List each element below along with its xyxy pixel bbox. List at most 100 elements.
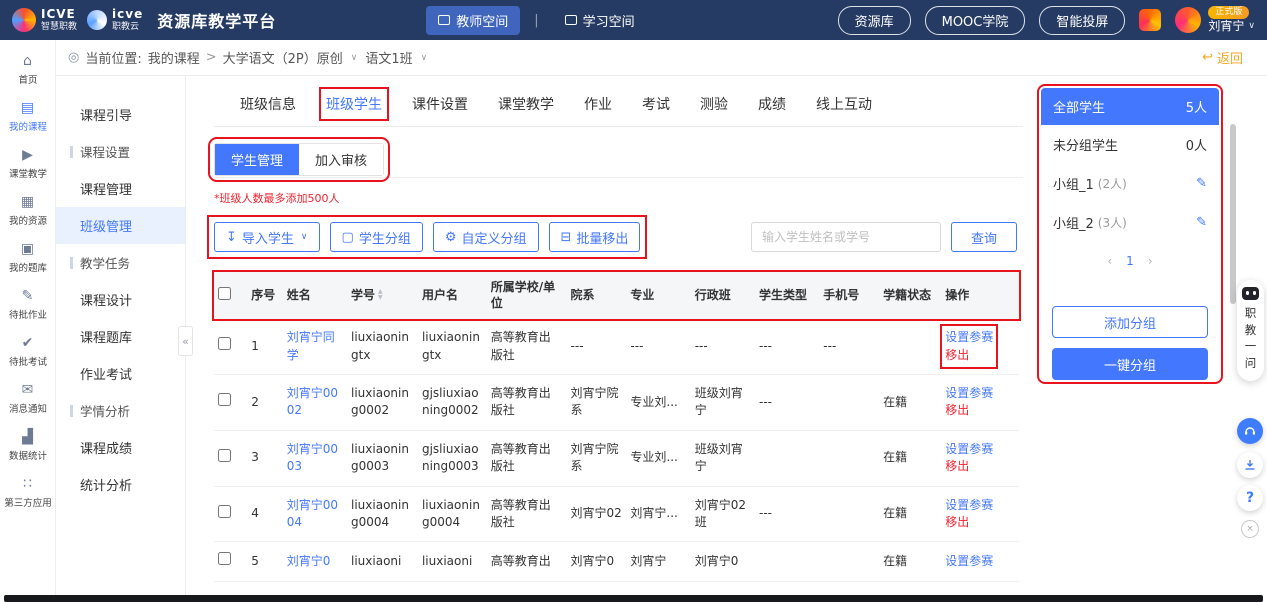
student-name-link[interactable]: 刘宵宁0 bbox=[287, 554, 331, 568]
select-all-checkbox[interactable] bbox=[218, 287, 231, 300]
edit-group-icon[interactable]: ✎ bbox=[1196, 215, 1207, 230]
class-dropdown-icon[interactable]: ∨ bbox=[421, 53, 428, 63]
teacher-space-button[interactable]: 教师空间 bbox=[426, 6, 520, 35]
tab-homework[interactable]: 作业 bbox=[584, 94, 612, 114]
student-name-link[interactable]: 刘宵宁0003 bbox=[287, 442, 338, 473]
cell-department: 刘宵宁院系 bbox=[567, 430, 627, 486]
tab-class-info[interactable]: 班级信息 bbox=[240, 94, 296, 114]
student-grouping-button[interactable]: ▢ 学生分组 bbox=[330, 222, 423, 252]
next-page-button[interactable]: › bbox=[1148, 254, 1153, 268]
subtab-join-review[interactable]: 加入审核 bbox=[299, 144, 383, 175]
support-float-button[interactable] bbox=[1237, 418, 1263, 444]
help-float-button[interactable]: ? bbox=[1237, 485, 1263, 511]
sidebar-item-my-resources[interactable]: ▦ 我的资源 bbox=[0, 187, 55, 234]
tab-class-students[interactable]: 班级学生 bbox=[326, 94, 382, 114]
sidebar-item-classroom-teaching[interactable]: ▶ 课堂教学 bbox=[0, 140, 55, 187]
group-name: 小组_1 bbox=[1053, 174, 1094, 193]
student-name-link[interactable]: 刘宵宁同学 bbox=[287, 330, 335, 361]
content-scrollbar[interactable] bbox=[1230, 124, 1236, 304]
learning-space-button[interactable]: 学习空间 bbox=[553, 6, 647, 35]
back-button[interactable]: ↩ 返回 bbox=[1202, 48, 1243, 67]
row-checkbox[interactable] bbox=[218, 337, 231, 350]
tab-online-interaction[interactable]: 线上互动 bbox=[816, 94, 872, 114]
sidebar-item-third-party-apps[interactable]: ∷ 第三方应用 bbox=[0, 469, 55, 516]
menu-item-course-question-bank[interactable]: 课程题库 bbox=[56, 318, 185, 355]
all-students-row[interactable]: 全部学生 5人 bbox=[1041, 88, 1219, 125]
menu-collapse-handle[interactable]: « bbox=[178, 326, 193, 356]
cell-school: 高等教育出版社 bbox=[487, 486, 567, 542]
auto-group-button[interactable]: 一键分组 bbox=[1052, 348, 1208, 380]
tab-exam[interactable]: 考试 bbox=[642, 94, 670, 114]
edit-group-icon[interactable]: ✎ bbox=[1196, 176, 1207, 191]
student-name-link[interactable]: 刘宵宁0002 bbox=[287, 386, 338, 417]
menu-item-course-design[interactable]: 课程设计 bbox=[56, 281, 185, 318]
row-checkbox[interactable] bbox=[218, 552, 231, 565]
add-group-button[interactable]: 添加分组 bbox=[1052, 306, 1208, 338]
cell-index: 1 bbox=[247, 319, 282, 374]
menu-item-homework-exam[interactable]: 作业考试 bbox=[56, 355, 185, 392]
cell-index: 5 bbox=[247, 542, 282, 581]
batch-remove-button[interactable]: ⊟ 批量移出 bbox=[549, 222, 641, 252]
set-contest-link[interactable]: 设置参赛 bbox=[945, 329, 993, 346]
remove-link[interactable]: 移出 bbox=[945, 458, 1015, 475]
tab-courseware-settings[interactable]: 课件设置 bbox=[412, 94, 468, 114]
remove-link[interactable]: 移出 bbox=[945, 402, 1015, 419]
tab-classroom-teaching[interactable]: 课堂教学 bbox=[498, 94, 554, 114]
current-page[interactable]: 1 bbox=[1126, 254, 1134, 268]
sidebar-item-my-courses[interactable]: ▤ 我的课程 bbox=[0, 93, 55, 140]
breadcrumb-course-name[interactable]: 大学语文（2P）原创 bbox=[223, 48, 343, 67]
menu-item-course-guide[interactable]: 课程引导 bbox=[56, 96, 185, 133]
subtab-student-management[interactable]: 学生管理 bbox=[215, 144, 299, 175]
remove-icon: ⊟ bbox=[561, 231, 572, 244]
menu-item-course-management[interactable]: 课程管理 bbox=[56, 170, 185, 207]
user-block[interactable]: 正式版 刘宵宁 ∨ bbox=[1175, 6, 1255, 34]
group-row-2[interactable]: 小组_2 (3人) ✎ bbox=[1041, 203, 1219, 242]
remove-link[interactable]: 移出 bbox=[945, 514, 1015, 531]
query-button[interactable]: 查询 bbox=[951, 222, 1017, 252]
set-contest-link[interactable]: 设置参赛 bbox=[945, 385, 1015, 402]
menu-item-course-grades[interactable]: 课程成绩 bbox=[56, 429, 185, 466]
sidebar-item-pending-homework[interactable]: ✎ 待批作业 bbox=[0, 281, 55, 328]
mooc-college-button[interactable]: MOOC学院 bbox=[925, 6, 1026, 35]
app-mini-logo-icon[interactable] bbox=[1139, 9, 1161, 31]
col-student-id[interactable]: 学号▲▼ bbox=[347, 272, 418, 319]
row-checkbox[interactable] bbox=[218, 449, 231, 462]
question-icon: ? bbox=[1246, 490, 1254, 506]
col-status: 学籍状态 bbox=[879, 272, 941, 319]
col-school: 所属学校/单位 bbox=[487, 272, 567, 319]
assistant-widget[interactable]: 职教一问 bbox=[1237, 280, 1264, 381]
row-checkbox[interactable] bbox=[218, 505, 231, 518]
smart-cast-button[interactable]: 智能投屏 bbox=[1039, 6, 1125, 35]
sidebar-item-notifications[interactable]: ✉ 消息通知 bbox=[0, 375, 55, 422]
student-name-link[interactable]: 刘宵宁0004 bbox=[287, 498, 338, 529]
import-students-button[interactable]: ↧ 导入学生 ∨ bbox=[214, 222, 320, 252]
zhijiaoyun-logo-icon bbox=[87, 10, 107, 30]
resource-library-button[interactable]: 资源库 bbox=[838, 6, 911, 35]
tab-grades[interactable]: 成绩 bbox=[758, 94, 786, 114]
menu-item-statistical-analysis[interactable]: 统计分析 bbox=[56, 466, 185, 503]
sidebar-item-my-question-bank[interactable]: ▣ 我的题库 bbox=[0, 234, 55, 281]
group-row-1[interactable]: 小组_1 (2人) ✎ bbox=[1041, 164, 1219, 203]
download-float-button[interactable] bbox=[1237, 452, 1263, 478]
breadcrumb-class-name[interactable]: 语文1班 bbox=[365, 48, 412, 67]
student-search-input[interactable] bbox=[751, 222, 941, 252]
ungrouped-students-row[interactable]: 未分组学生 0人 bbox=[1041, 125, 1219, 164]
prev-page-button[interactable]: ‹ bbox=[1107, 254, 1112, 268]
sidebar-item-statistics[interactable]: ▟ 数据统计 bbox=[0, 422, 55, 469]
menu-item-class-management[interactable]: 班级管理 bbox=[56, 207, 185, 244]
sort-icons[interactable]: ▲▼ bbox=[378, 289, 383, 302]
tab-quiz[interactable]: 测验 bbox=[700, 94, 728, 114]
remove-link[interactable]: 移出 bbox=[945, 347, 993, 364]
breadcrumb-my-courses[interactable]: 我的课程 bbox=[148, 48, 200, 67]
avatar[interactable] bbox=[1175, 7, 1201, 33]
set-contest-link[interactable]: 设置参赛 bbox=[945, 441, 1015, 458]
custom-grouping-button[interactable]: ⚙ 自定义分组 bbox=[433, 222, 539, 252]
left-icon-rail: ⌂ 首页 ▤ 我的课程 ▶ 课堂教学 ▦ 我的资源 ▣ 我的题库 ✎ 待批作业 bbox=[0, 40, 56, 602]
sidebar-item-pending-exams[interactable]: ✔ 待批考试 bbox=[0, 328, 55, 375]
row-checkbox[interactable] bbox=[218, 393, 231, 406]
set-contest-link[interactable]: 设置参赛 bbox=[945, 553, 1015, 570]
sidebar-item-home[interactable]: ⌂ 首页 bbox=[0, 46, 55, 93]
set-contest-link[interactable]: 设置参赛 bbox=[945, 497, 1015, 514]
course-dropdown-icon[interactable]: ∨ bbox=[351, 53, 358, 63]
close-float-button[interactable]: × bbox=[1241, 520, 1259, 538]
